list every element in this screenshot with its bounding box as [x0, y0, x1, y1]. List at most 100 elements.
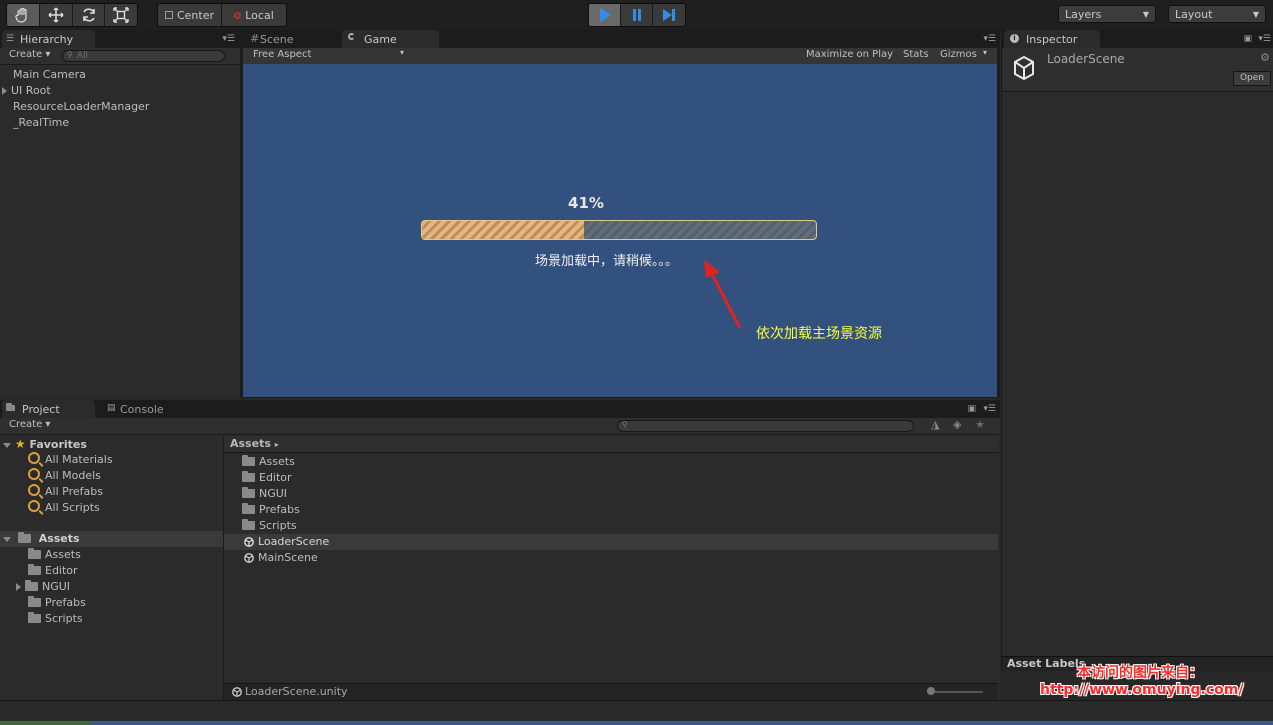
assets-header[interactable]: Assets — [0, 531, 223, 547]
icon-size-slider[interactable] — [927, 687, 983, 695]
asset-folder-item[interactable]: NGUI — [224, 486, 998, 502]
inspector-panel: i Inspector ▣ ▾☰ LoaderScene ⚙ Open Asse… — [1001, 30, 1273, 671]
tab-console-label: Console — [120, 402, 164, 416]
expand-arrow-icon[interactable] — [2, 87, 7, 95]
layout-label: Layout — [1175, 7, 1213, 21]
search-icon — [28, 484, 40, 496]
search-icon — [28, 452, 40, 464]
breadcrumb: Assets ▸ — [224, 436, 998, 453]
asset-labels-label: Asset Labels — [1007, 657, 1086, 670]
game-icon — [348, 33, 355, 40]
lock-icon[interactable]: ▣ — [1243, 34, 1252, 44]
status-strip — [90, 721, 1273, 725]
move-tool-button[interactable] — [40, 4, 73, 26]
game-view[interactable]: 41% 场景加载中，请稍候。。。 依次加载主场景资源 — [243, 64, 997, 397]
folder-icon — [242, 502, 255, 514]
panel-menu-icon[interactable]: ▾☰ — [983, 404, 996, 414]
asset-scene-item[interactable]: MainScene — [224, 550, 998, 566]
folder-icon — [17, 531, 31, 543]
pivot-center-label: Center — [176, 8, 215, 22]
star-icon[interactable]: ★ — [975, 418, 985, 431]
pause-icon — [632, 9, 641, 21]
inspector-header: LoaderScene ⚙ Open — [1002, 48, 1273, 92]
tree-folder-item[interactable]: NGUI — [0, 579, 223, 595]
tree-folder-item[interactable]: Assets — [0, 547, 223, 563]
pivot-center-button[interactable]: Center — [158, 4, 222, 26]
layers-dropdown[interactable]: Layers ▼ — [1058, 5, 1156, 23]
asset-folder-item[interactable]: Assets — [224, 454, 998, 470]
favorite-item[interactable]: All Prefabs — [0, 484, 223, 500]
editor-status-bar — [0, 700, 1273, 725]
gear-icon[interactable]: ⚙ — [1260, 51, 1270, 64]
asset-folder-item[interactable]: Scripts — [224, 518, 998, 534]
tree-folder-item[interactable]: Scripts — [0, 611, 223, 627]
breadcrumb-assets[interactable]: Assets ▸ — [230, 437, 279, 450]
chevron-down-icon[interactable]: ▾ — [983, 48, 987, 57]
asset-folder-item[interactable]: Editor — [224, 470, 998, 486]
collapse-arrow-icon[interactable] — [3, 536, 11, 542]
hierarchy-item-main-camera[interactable]: Main Camera — [0, 67, 240, 83]
search-icon: ⚲ — [622, 420, 628, 429]
tree-folder-item[interactable]: Editor — [0, 563, 223, 579]
folder-icon — [28, 563, 41, 575]
tab-hierarchy[interactable]: ☰ Hierarchy — [2, 30, 95, 48]
project-search-input[interactable]: ⚲ — [617, 420, 914, 432]
panel-menu-icon[interactable]: ▾☰ — [983, 34, 996, 44]
list-icon: ☰ — [6, 34, 15, 44]
hierarchy-search-input[interactable]: ⚲ All — [62, 50, 225, 62]
gizmos-toggle[interactable]: Gizmos — [940, 49, 977, 60]
tab-project[interactable]: Project — [2, 400, 95, 418]
progress-bar-fill — [422, 221, 584, 239]
inspector-tabbar: i Inspector ▣ ▾☰ — [1002, 30, 1273, 48]
slider-handle[interactable] — [927, 687, 935, 695]
tree-folder-item[interactable]: Prefabs — [0, 595, 223, 611]
lock-icon[interactable]: ▣ — [967, 404, 976, 414]
chevron-right-icon: ▸ — [274, 440, 279, 449]
chevron-down-icon[interactable]: ▾ — [400, 48, 404, 57]
hierarchy-list: Main Camera UI Root ResourceLoaderManage… — [0, 67, 240, 131]
tab-game[interactable]: Game — [342, 30, 439, 48]
stats-toggle[interactable]: Stats — [903, 49, 929, 60]
hand-tool-button[interactable] — [7, 4, 40, 26]
tag-icon[interactable]: ◈ — [953, 418, 961, 431]
game-toolbar: Free Aspect ▾ Maximize on Play Stats Giz… — [243, 48, 997, 65]
chevron-down-icon: ▼ — [1142, 9, 1149, 19]
scale-tool-button[interactable] — [105, 4, 137, 26]
rotate-tool-button[interactable] — [73, 4, 105, 26]
aspect-dropdown[interactable]: Free Aspect — [253, 49, 311, 60]
favorites-header[interactable]: ★ Favorites — [0, 436, 223, 452]
hierarchy-item-realtime[interactable]: _RealTime — [0, 115, 240, 131]
favorite-item[interactable]: All Materials — [0, 452, 223, 468]
pivot-toggles: Center Local — [157, 3, 287, 27]
hierarchy-item-ui-root[interactable]: UI Root — [0, 83, 240, 99]
collapse-arrow-icon[interactable] — [3, 442, 11, 448]
tab-inspector[interactable]: i Inspector — [1004, 30, 1100, 48]
tab-scene[interactable]: # Scene — [246, 30, 338, 48]
favorite-item[interactable]: All Scripts — [0, 500, 223, 516]
star-icon: ★ — [14, 437, 26, 451]
expand-arrow-icon[interactable] — [16, 583, 21, 591]
local-icon — [234, 11, 242, 19]
hierarchy-create-button[interactable]: Create ▾ — [9, 49, 50, 60]
progress-bar — [421, 220, 817, 240]
pause-button[interactable] — [621, 4, 653, 26]
play-button[interactable] — [589, 4, 621, 26]
filter-type-icon[interactable]: ◮ — [931, 418, 939, 431]
asset-scene-item-selected[interactable]: LoaderScene — [224, 534, 998, 550]
panel-menu-icon[interactable]: ▾☰ — [1258, 34, 1271, 44]
grid-icon: # — [250, 32, 260, 45]
layout-dropdown[interactable]: Layout ▼ — [1168, 5, 1266, 23]
project-create-button[interactable]: Create ▾ — [9, 419, 50, 430]
tab-console[interactable]: ▤ Console — [99, 400, 189, 418]
open-button[interactable]: Open — [1233, 71, 1271, 86]
maximize-on-play-toggle[interactable]: Maximize on Play — [806, 49, 893, 60]
panel-menu-icon[interactable]: ▾☰ — [222, 34, 235, 44]
scale-icon — [113, 7, 129, 23]
hierarchy-item-resource-loader-manager[interactable]: ResourceLoaderManager — [0, 99, 240, 115]
console-icon: ▤ — [107, 403, 116, 413]
tab-game-label: Game — [364, 32, 397, 46]
step-button[interactable] — [653, 4, 685, 26]
asset-folder-item[interactable]: Prefabs — [224, 502, 998, 518]
pivot-local-button[interactable]: Local — [222, 4, 286, 26]
favorite-item[interactable]: All Models — [0, 468, 223, 484]
